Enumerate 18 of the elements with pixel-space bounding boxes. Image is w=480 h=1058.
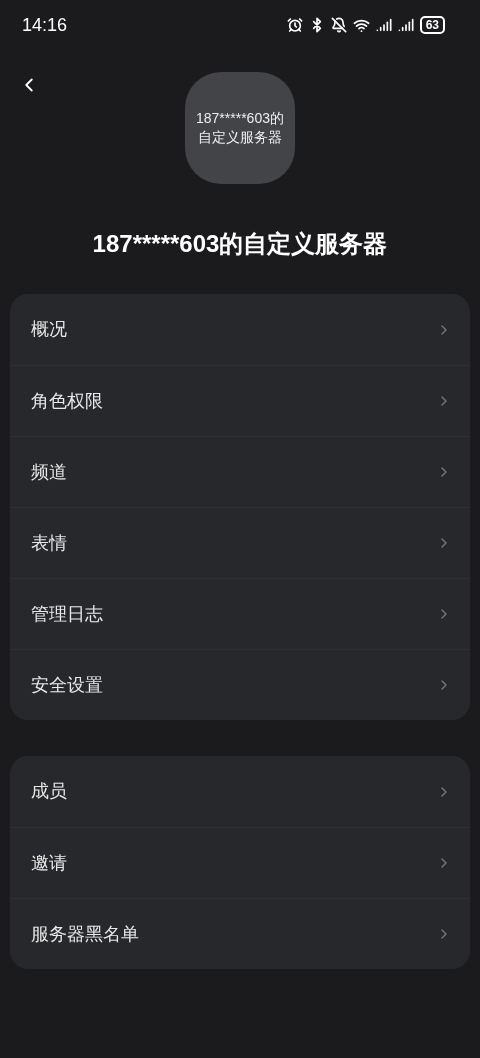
status-time: 14:16 bbox=[22, 13, 68, 37]
settings-item[interactable]: 表情 bbox=[10, 507, 470, 578]
settings-item[interactable]: 邀请 bbox=[10, 827, 470, 898]
signal-icon bbox=[375, 17, 392, 33]
server-icon-text: 自定义服务器 bbox=[198, 128, 282, 147]
settings-item[interactable]: 角色权限 bbox=[10, 365, 470, 436]
settings-item[interactable]: 概况 bbox=[10, 294, 470, 365]
battery-indicator: 63 bbox=[419, 16, 445, 34]
settings-item[interactable]: 成员 bbox=[10, 756, 470, 827]
server-name: 187*****603的自定义服务器 bbox=[92, 229, 388, 259]
server-icon-text: 187*****603的 bbox=[196, 109, 284, 128]
settings-item[interactable]: 服务器黑名单 bbox=[10, 898, 470, 969]
bell-off-icon bbox=[330, 17, 347, 33]
settings-item[interactable]: 安全设置 bbox=[10, 649, 470, 720]
settings-item[interactable]: 频道 bbox=[10, 436, 470, 507]
settings-item[interactable]: 管理日志 bbox=[10, 578, 470, 649]
signal-icon bbox=[397, 17, 414, 33]
alarm-icon bbox=[286, 17, 303, 33]
